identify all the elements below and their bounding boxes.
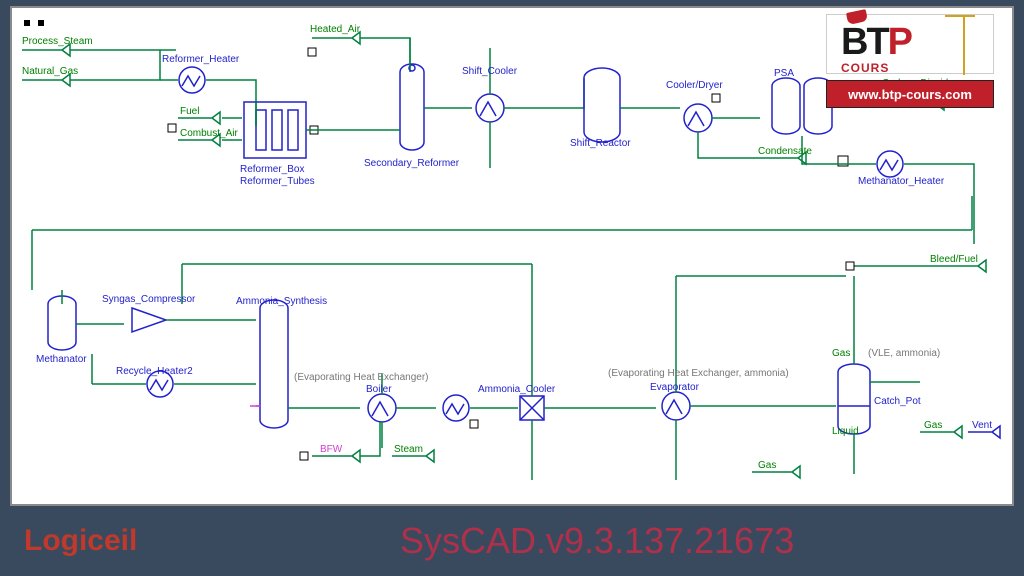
label-bleed-fuel: Bleed/Fuel: [930, 254, 978, 265]
label-evaporator: Evaporator: [650, 382, 699, 393]
label-cooler-dryer: Cooler/Dryer: [666, 80, 723, 91]
label-liquid: Liquid: [832, 426, 859, 437]
logo-url-bar: www.btp-cours.com: [826, 80, 994, 108]
label-steam: Steam: [394, 444, 423, 455]
label-catch-pot: Catch_Pot: [874, 396, 921, 407]
label-reformer-heater: Reformer_Heater: [162, 54, 239, 65]
label-ammonia-cooler: Ammonia_Cooler: [478, 384, 555, 395]
label-fuel: Fuel: [180, 106, 199, 117]
logo-bt: BT: [841, 21, 888, 63]
label-evap-hx-ammonia: (Evaporating Heat Exchanger, ammonia): [608, 368, 789, 379]
app-frame: Process_Steam Natural_Gas Reformer_Heate…: [0, 0, 1024, 576]
label-reformer-tubes: Reformer_Tubes: [240, 176, 315, 187]
label-shift-reactor: Shift_Reactor: [570, 138, 631, 149]
label-boiler: Boiler: [366, 384, 392, 395]
label-reformer-box: Reformer_Box: [240, 164, 304, 175]
label-recycle-heater2: Recycle_Heater2: [116, 366, 193, 377]
logo-btp-text: BTP: [841, 21, 911, 64]
label-combust-air: Combust_Air: [180, 128, 238, 139]
label-shift-cooler: Shift_Cooler: [462, 66, 517, 77]
label-ammonia-synthesis: Ammonia_Synthesis: [236, 296, 327, 307]
diagram-canvas[interactable]: Process_Steam Natural_Gas Reformer_Heate…: [10, 6, 1014, 506]
label-gas: Gas: [832, 348, 850, 359]
label-vent: Vent: [972, 420, 992, 431]
label-natural-gas: Natural_Gas: [22, 66, 78, 77]
bottom-right-label: SysCAD.v9.3.137.21673: [400, 520, 794, 562]
logo-p: P: [888, 21, 911, 63]
label-gas2: Gas: [924, 420, 942, 431]
label-psa: PSA: [774, 68, 794, 79]
label-vle-ammonia: (VLE, ammonia): [868, 348, 940, 359]
label-bfw: BFW: [320, 444, 342, 455]
bottom-bar: Logiceil SysCAD.v9.3.137.21673: [0, 506, 1024, 576]
logo-overlay: BTP COURS www.btp-cours.com: [824, 14, 994, 124]
label-methanator: Methanator: [36, 354, 87, 365]
label-condensate: Condensate: [758, 146, 812, 157]
label-methanator-heater: Methanator_Heater: [858, 176, 944, 187]
label-secondary-reformer: Secondary_Reformer: [364, 158, 459, 169]
label-heated-air: Heated_Air: [310, 24, 360, 35]
bottom-left-label: Logiceil: [24, 524, 137, 558]
label-syngas-compressor: Syngas_Compressor: [102, 294, 195, 305]
logo-bg: BTP COURS: [826, 14, 994, 74]
crane-icon: [963, 15, 965, 75]
label-evap-hx: (Evaporating Heat Exchanger): [294, 372, 429, 383]
label-process-steam: Process_Steam: [22, 36, 93, 47]
logo-cours: COURS: [841, 61, 889, 75]
label-gas3: Gas: [758, 460, 776, 471]
